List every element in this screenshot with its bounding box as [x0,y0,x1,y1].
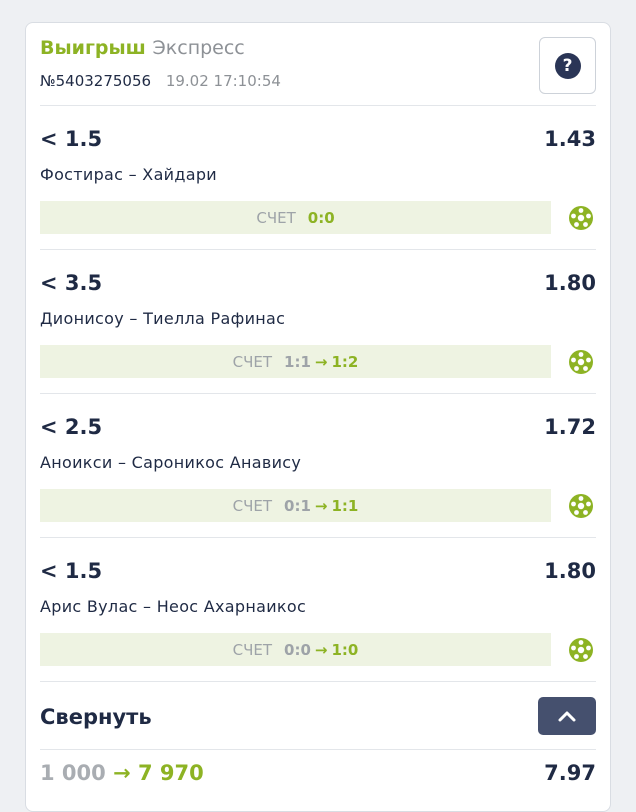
score-label: СЧЕТ [232,352,273,371]
divider [40,681,596,682]
collapse-button[interactable] [538,697,596,735]
stake-amount: 1 000 [40,761,106,785]
score-final: 0:0 [307,208,335,227]
divider [40,249,596,250]
divider [40,537,596,538]
soccer-ball-icon [568,493,594,519]
bet-row: < 1.5 1.43 Фостирас – Хайдари СЧЕТ 0:0 [40,113,596,243]
soccer-ball-icon [568,637,594,663]
bet-market: < 3.5 [40,271,103,295]
score-label: СЧЕТ [232,640,273,659]
bet-odds: 1.80 [544,271,596,295]
ticket-footer: 1 000 → 7 970 7.97 [40,761,596,793]
ticket-type: Экспресс [152,37,245,59]
bet-market: < 1.5 [40,559,103,583]
payout-amount: 7 970 [138,761,204,785]
score-final: 1:2 [331,352,359,371]
help-button[interactable]: ? [539,37,596,94]
bet-row: < 2.5 1.72 Аноикси – Сароникос Анавису СЧЕТ… [40,401,596,531]
arrow-right-icon: → [314,496,328,515]
stake-to-payout: 1 000 → 7 970 [40,761,204,785]
score-final: 1:1 [331,496,359,515]
ticket-status: Выигрыш [40,37,146,59]
score-bar: СЧЕТ 0:0 → 1:0 [40,633,551,666]
arrow-right-icon: → [314,352,328,371]
bet-row: < 3.5 1.80 Дионисоу – Тиелла Рафинас СЧЕТ 1:… [40,257,596,387]
score-bar: СЧЕТ 1:1 → 1:2 [40,345,551,378]
divider [40,393,596,394]
bet-row: < 1.5 1.80 Арис Вулас – Неос Ахарнаикос СЧЕ… [40,545,596,675]
divider [40,749,596,750]
match-name: Дионисоу – Тиелла Рафинас [40,309,286,328]
match-name: Арис Вулас – Неос Ахарнаикос [40,597,307,616]
score-final: 1:0 [331,640,359,659]
match-name: Фостирас – Хайдари [40,165,217,184]
score-label: СЧЕТ [232,496,273,515]
ticket-title: Выигрыш Экспресс [40,37,245,59]
arrow-right-icon: → [113,761,131,785]
match-name: Аноикси – Сароникос Анавису [40,453,302,472]
bet-odds: 1.72 [544,415,596,439]
score-label: СЧЕТ [256,208,296,227]
score-start: 1:1 [284,352,311,371]
question-icon: ? [554,52,581,79]
score-start: 0:0 [284,640,311,659]
soccer-ball-icon [568,205,594,231]
ticket-meta: №5403275056 19.02 17:10:54 [40,72,281,90]
arrow-right-icon: → [314,640,328,659]
soccer-ball-icon [568,349,594,375]
bet-odds: 1.80 [544,559,596,583]
bet-market: < 1.5 [40,127,103,151]
bet-ticket-card: Выигрыш Экспресс №5403275056 19.02 17:10… [25,22,611,812]
score-start: 0:1 [284,496,311,515]
chevron-up-icon [558,711,576,722]
score-bar: СЧЕТ 0:0 [40,201,551,234]
collapse-label: Свернуть [40,705,152,729]
bet-market: < 2.5 [40,415,103,439]
bet-odds: 1.43 [544,127,596,151]
score-bar: СЧЕТ 0:1 → 1:1 [40,489,551,522]
collapse-row[interactable]: Свернуть [40,693,596,745]
divider [40,105,596,106]
total-odds: 7.97 [544,761,596,785]
ticket-header: Выигрыш Экспресс №5403275056 19.02 17:10… [40,37,596,107]
ticket-number: №5403275056 [40,72,152,90]
ticket-datetime: 19.02 17:10:54 [165,72,281,90]
